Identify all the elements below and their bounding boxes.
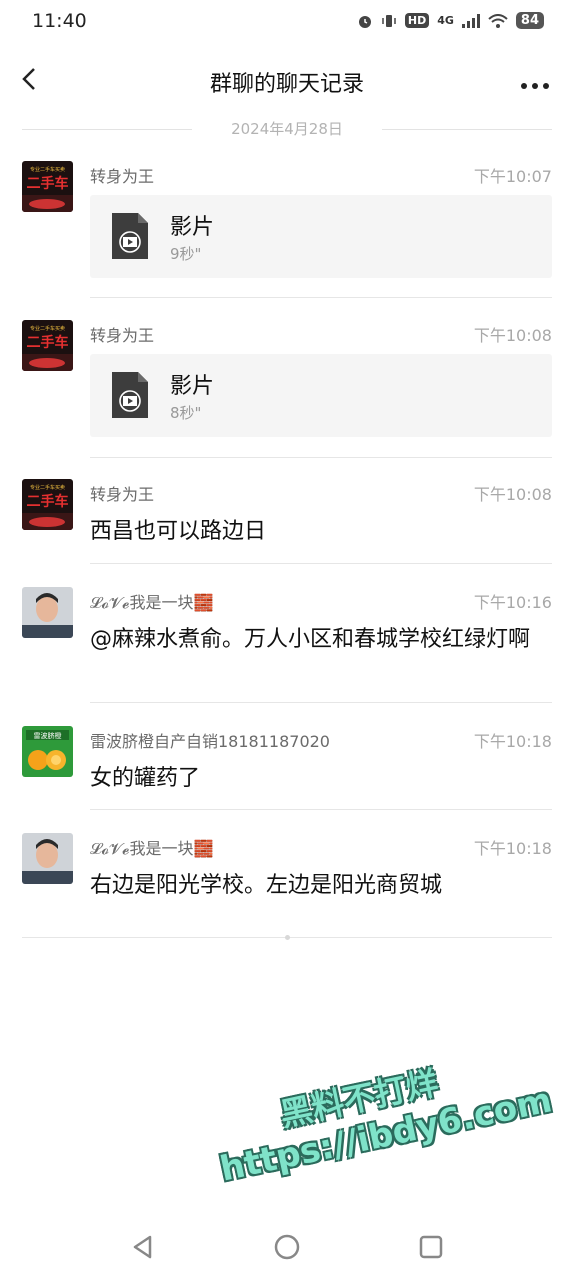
circle-home-icon <box>274 1234 300 1260</box>
message-item: 专业二手车买卖 二手车 转身为王 下午10:07 影片 9秒" <box>22 161 552 291</box>
avatar-car-line1: 专业二手车买卖 <box>30 484 65 491</box>
avatar[interactable] <box>22 833 73 884</box>
page-title: 群聊的聊天记录 <box>209 72 364 97</box>
sender-name: 𝓛𝓸𝓥𝓮我是一块🧱 <box>90 839 214 858</box>
nav-back-button[interactable] <box>128 1232 158 1262</box>
message-text: @麻辣水煮俞。万人小区和春城学校红绿灯啊 <box>90 627 531 652</box>
system-nav-bar <box>0 1210 574 1280</box>
wifi-icon <box>488 13 508 28</box>
video-duration: 9秒" <box>170 245 202 263</box>
date-label: 2024年4月28日 <box>231 120 343 138</box>
video-file-icon <box>112 372 148 418</box>
avatar-car-title: 二手车 <box>27 493 69 510</box>
message-separator <box>90 809 552 810</box>
more-button[interactable] <box>520 76 550 89</box>
message-item: 专业二手车买卖 二手车 转身为王 下午10:08 西昌也可以路边日 <box>22 479 552 559</box>
video-title: 影片 <box>170 374 215 399</box>
message-time: 下午10:18 <box>473 839 552 858</box>
message-separator <box>90 702 552 703</box>
battery-indicator: 84 <box>515 12 544 29</box>
video-card[interactable]: 影片 9秒" <box>90 195 552 278</box>
avatar[interactable] <box>22 587 73 638</box>
avatar-car-line1: 专业二手车买卖 <box>30 325 65 332</box>
watermark: 黑料不打烊 https://ibdy6.com <box>207 1037 556 1213</box>
message-item: 𝓛𝓸𝓥𝓮我是一块🧱 下午10:18 右边是阳光学校。左边是阳光商贸城 <box>22 833 552 913</box>
message-text: 右边是阳光学校。左边是阳光商贸城 <box>90 873 443 898</box>
message-separator <box>90 297 552 298</box>
sender-name: 𝓛𝓸𝓥𝓮我是一块🧱 <box>90 593 214 612</box>
avatar-car-title: 二手车 <box>27 175 69 192</box>
message-time: 下午10:16 <box>473 593 552 612</box>
nav-bar: 群聊的聊天记录 <box>0 50 574 110</box>
sender-name: 转身为王 <box>90 485 155 504</box>
sender-name: 转身为王 <box>90 326 155 345</box>
status-time: 11:40 <box>32 10 87 32</box>
message-text: 女的罐药了 <box>90 766 201 791</box>
message-time: 下午10:08 <box>473 485 552 504</box>
network-label: 4G <box>437 14 454 27</box>
sender-name: 雷波脐橙自产自销18181187020 <box>90 732 330 751</box>
status-icons: HD 4G 84 <box>357 12 544 29</box>
alarm-icon <box>358 15 371 28</box>
avatar[interactable]: 雷波脐橙 <box>22 726 73 777</box>
avatar-orange-label: 雷波脐橙 <box>34 731 62 740</box>
message-time: 下午10:18 <box>473 732 552 751</box>
avatar-car-title: 二手车 <box>27 334 69 351</box>
avatar-car-line1: 专业二手车买卖 <box>30 166 65 173</box>
more-dots-icon <box>521 83 549 89</box>
status-bar: 11:40 HD 4G 84 <box>0 0 574 46</box>
avatar[interactable]: 专业二手车买卖 二手车 <box>22 161 73 212</box>
message-item: 专业二手车买卖 二手车 转身为王 下午10:08 影片 8秒" <box>22 320 552 450</box>
triangle-back-icon <box>133 1235 152 1259</box>
vibrate-icon <box>382 14 396 27</box>
sender-name: 转身为王 <box>90 167 155 186</box>
nav-home-button[interactable] <box>272 1232 302 1262</box>
hd-badge: HD <box>404 13 430 28</box>
avatar[interactable]: 专业二手车买卖 二手车 <box>22 479 73 530</box>
message-time: 下午10:08 <box>473 326 552 345</box>
message-item: 雷波脐橙 雷波脐橙自产自销18181187020 下午10:18 女的罐药了 <box>22 726 552 806</box>
video-file-icon <box>112 213 148 259</box>
message-item: 𝓛𝓸𝓥𝓮我是一块🧱 下午10:16 @麻辣水煮俞。万人小区和春城学校红绿灯啊 <box>22 587 552 697</box>
square-recents-icon <box>419 1235 443 1259</box>
avatar[interactable]: 专业二手车买卖 二手车 <box>22 320 73 371</box>
end-dot <box>285 935 290 940</box>
signal-icon <box>461 13 480 28</box>
message-separator <box>90 563 552 564</box>
video-card[interactable]: 影片 8秒" <box>90 354 552 437</box>
message-text: 西昌也可以路边日 <box>90 519 267 544</box>
nav-recents-button[interactable] <box>416 1232 446 1262</box>
video-title: 影片 <box>170 215 215 240</box>
date-divider: 2024年4月28日 <box>22 118 552 140</box>
video-duration: 8秒" <box>170 404 202 422</box>
message-separator <box>90 457 552 458</box>
message-time: 下午10:07 <box>473 167 552 186</box>
